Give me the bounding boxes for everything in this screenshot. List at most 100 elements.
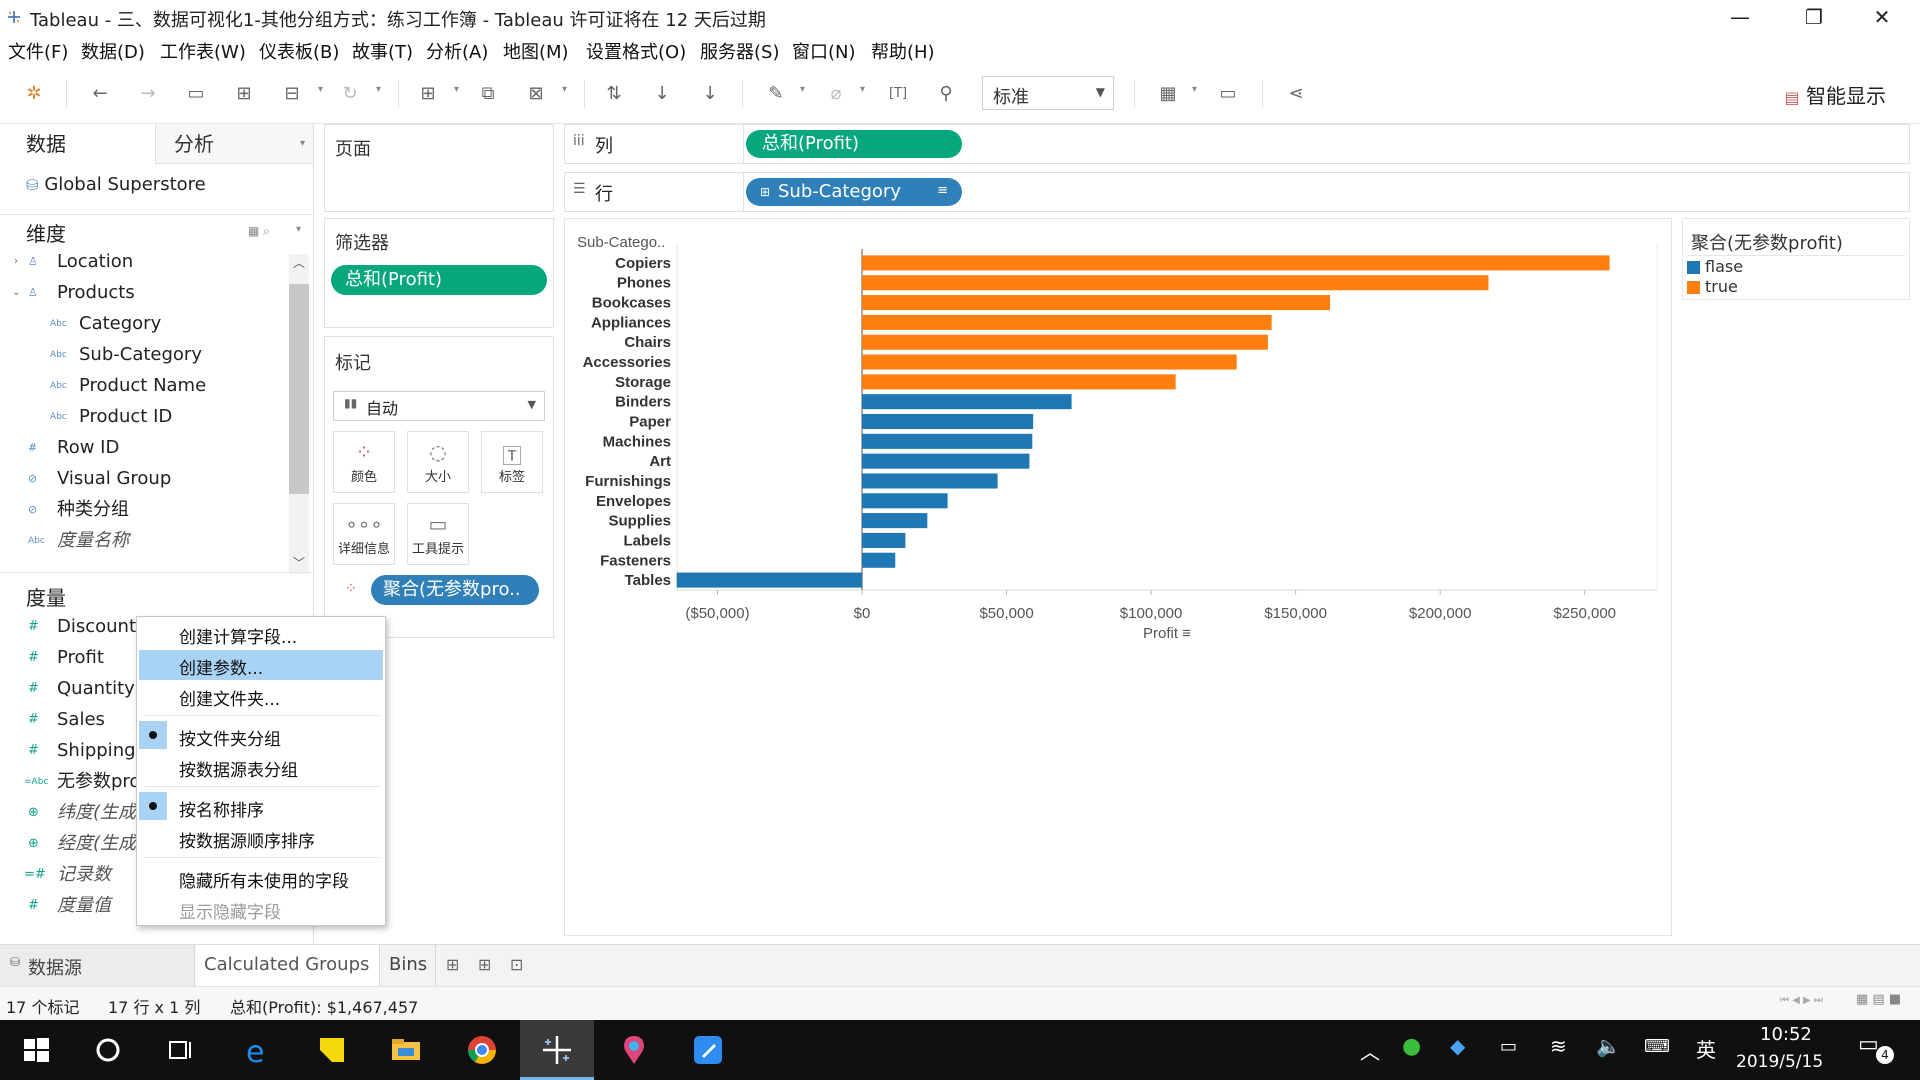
- columns-shelf[interactable]: iii 列 总和(Profit): [564, 124, 1910, 164]
- minimize-button[interactable]: —: [1710, 0, 1770, 34]
- save-icon[interactable]: ▭: [184, 82, 208, 106]
- field-measure-names[interactable]: Abc 度量名称: [0, 526, 300, 556]
- clear-sheet-icon[interactable]: ⊠: [524, 82, 548, 106]
- battery-icon[interactable]: ▭: [1500, 1036, 1517, 1057]
- sticky-notes-icon[interactable]: [312, 1030, 352, 1070]
- presentation-mode-icon[interactable]: ▭: [1216, 82, 1240, 106]
- filters-shelf[interactable]: 筛选器 总和(Profit): [324, 218, 554, 328]
- refresh-icon[interactable]: ↻: [338, 82, 362, 106]
- smart-show-button[interactable]: ▤ 智能显示: [1785, 80, 1886, 109]
- menu-file[interactable]: 文件(F): [8, 38, 68, 64]
- scrollbar[interactable]: ︿ ﹀: [289, 254, 309, 574]
- mark-type-select[interactable]: ▮▮ 自动 ▼: [333, 391, 545, 421]
- detail-mark-button[interactable]: ∘∘∘ 详细信息: [333, 503, 395, 565]
- new-story-icon[interactable]: ⊡: [510, 955, 523, 974]
- tab-analysis[interactable]: 分析 ▾: [155, 124, 313, 164]
- pause-update-icon[interactable]: ⊟: [280, 82, 304, 106]
- edge-browser-icon[interactable]: e: [238, 1030, 278, 1070]
- keyboard-icon[interactable]: ⌨: [1644, 1036, 1670, 1057]
- scroll-thumb[interactable]: [289, 284, 309, 494]
- tab-bins[interactable]: Bins: [381, 945, 436, 986]
- field-product-name[interactable]: Abc Product Name: [0, 371, 300, 401]
- view-toggle-icon[interactable]: ▦ ⌕: [248, 224, 270, 239]
- menu-sort-by-datasource-order[interactable]: 按数据源顺序排序: [179, 827, 315, 852]
- tray-expand-icon[interactable]: ︿: [1360, 1036, 1380, 1065]
- fit-select[interactable]: 标准 ▼: [982, 76, 1114, 110]
- notification-center[interactable]: ▭ 4: [1858, 1032, 1894, 1068]
- sheet-nav-icon[interactable]: ⏮ ◀ ▶ ⏭: [1780, 995, 1823, 1006]
- search-icon[interactable]: [88, 1030, 128, 1070]
- datasource-item[interactable]: ⛁ Global Superstore: [26, 174, 206, 195]
- show-cards-icon[interactable]: ▦: [1156, 82, 1180, 106]
- dimensions-menu-icon[interactable]: ▾: [296, 224, 301, 235]
- redo-icon[interactable]: →: [136, 82, 160, 106]
- maximize-button[interactable]: ❐: [1784, 0, 1844, 34]
- clock-date[interactable]: 2019/5/15: [1736, 1052, 1823, 1072]
- group-members-icon[interactable]: ⌀: [824, 82, 848, 106]
- tab-data[interactable]: 数据: [0, 124, 155, 164]
- menu-dashboard[interactable]: 仪表板(B): [259, 38, 339, 64]
- sort-descending-icon[interactable]: ↓: [698, 82, 722, 106]
- highlight-icon[interactable]: ✎: [764, 82, 788, 106]
- menu-group-by-folder[interactable]: 按文件夹分组: [179, 725, 281, 750]
- rows-shelf[interactable]: ☰ 行 ⊞ Sub-Category ≡: [564, 172, 1910, 212]
- volume-icon[interactable]: 🔈: [1596, 1034, 1621, 1058]
- columns-pill-profit[interactable]: 总和(Profit): [746, 130, 962, 158]
- menu-format[interactable]: 设置格式(O): [586, 38, 686, 64]
- menu-hide-unused-fields[interactable]: 隐藏所有未使用的字段: [179, 867, 349, 892]
- new-datasource-icon[interactable]: ⊞: [232, 82, 256, 106]
- pages-shelf[interactable]: 页面: [324, 124, 554, 212]
- color-pill[interactable]: 聚合(无参数pro..: [371, 575, 539, 605]
- menu-help[interactable]: 帮助(H): [871, 38, 935, 64]
- tab-datasource[interactable]: ⛁ 数据源: [0, 945, 195, 986]
- ime-indicator[interactable]: 英: [1696, 1034, 1716, 1063]
- menu-create-folder[interactable]: 创建文件夹...: [179, 685, 280, 710]
- field-product-id[interactable]: Abc Product ID: [0, 402, 300, 432]
- label-mark-button[interactable]: 🅃 标签: [481, 431, 543, 493]
- field-category[interactable]: Abc Category: [0, 309, 300, 339]
- menu-create-parameter[interactable]: 创建参数...: [179, 654, 263, 679]
- color-legend[interactable]: 聚合(无参数profit) flase true: [1682, 218, 1910, 300]
- field-visual-group[interactable]: ⊘ Visual Group: [0, 464, 300, 494]
- menu-group-by-table[interactable]: 按数据源表分组: [179, 756, 298, 781]
- menu-analysis[interactable]: 分析(A): [426, 38, 488, 64]
- undo-icon[interactable]: ←: [88, 82, 112, 106]
- duplicate-sheet-icon[interactable]: ⧉: [476, 82, 500, 106]
- pin-axes-icon[interactable]: ⚲: [934, 82, 958, 106]
- menu-create-calculated-field[interactable]: 创建计算字段...: [179, 623, 297, 648]
- size-mark-button[interactable]: ◌ 大小: [407, 431, 469, 493]
- tableau-start-icon[interactable]: ✲: [22, 82, 46, 106]
- new-worksheet-icon[interactable]: ⊞: [416, 82, 440, 106]
- new-dashboard-icon[interactable]: ⊞: [478, 955, 491, 974]
- show-mark-labels-icon[interactable]: [T]: [886, 82, 910, 106]
- wifi-icon[interactable]: ≋: [1550, 1034, 1567, 1058]
- legend-label-true[interactable]: true: [1705, 277, 1738, 296]
- field-products[interactable]: ⌄ ♙ Products: [0, 278, 300, 308]
- file-explorer-icon[interactable]: [386, 1030, 426, 1070]
- share-icon[interactable]: ⋖: [1284, 82, 1308, 106]
- tooltip-mark-button[interactable]: ▭ 工具提示: [407, 503, 469, 565]
- field-category-group[interactable]: ⊘ 种类分组: [0, 495, 300, 525]
- field-sub-category[interactable]: Abc Sub-Category: [0, 340, 300, 370]
- wechat-icon[interactable]: ●: [1402, 1034, 1421, 1059]
- menu-window[interactable]: 窗口(N): [792, 38, 856, 64]
- task-view-icon[interactable]: [160, 1030, 200, 1070]
- menu-server[interactable]: 服务器(S): [700, 38, 779, 64]
- menu-worksheet[interactable]: 工作表(W): [160, 38, 246, 64]
- clock-time[interactable]: 10:52: [1760, 1024, 1812, 1045]
- tab-calculated-groups[interactable]: Calculated Groups: [196, 945, 380, 986]
- close-button[interactable]: ✕: [1852, 0, 1912, 34]
- menu-data[interactable]: 数据(D): [81, 38, 145, 64]
- windows-start-icon[interactable]: [16, 1030, 56, 1070]
- menu-story[interactable]: 故事(T): [352, 38, 413, 64]
- legend-label-flase[interactable]: flase: [1705, 257, 1743, 276]
- sort-ascending-icon[interactable]: ↓: [650, 82, 674, 106]
- paint-app-icon[interactable]: [614, 1030, 654, 1070]
- network-app-icon[interactable]: ◆: [1450, 1034, 1465, 1058]
- feedback-app-icon[interactable]: [688, 1030, 728, 1070]
- swap-rows-cols-icon[interactable]: ⇅: [602, 82, 626, 106]
- menu-map[interactable]: 地图(M): [503, 38, 569, 64]
- filter-pill-profit[interactable]: 总和(Profit): [331, 265, 547, 295]
- chrome-icon[interactable]: [462, 1030, 502, 1070]
- rows-pill-subcategory[interactable]: ⊞ Sub-Category ≡: [746, 178, 962, 206]
